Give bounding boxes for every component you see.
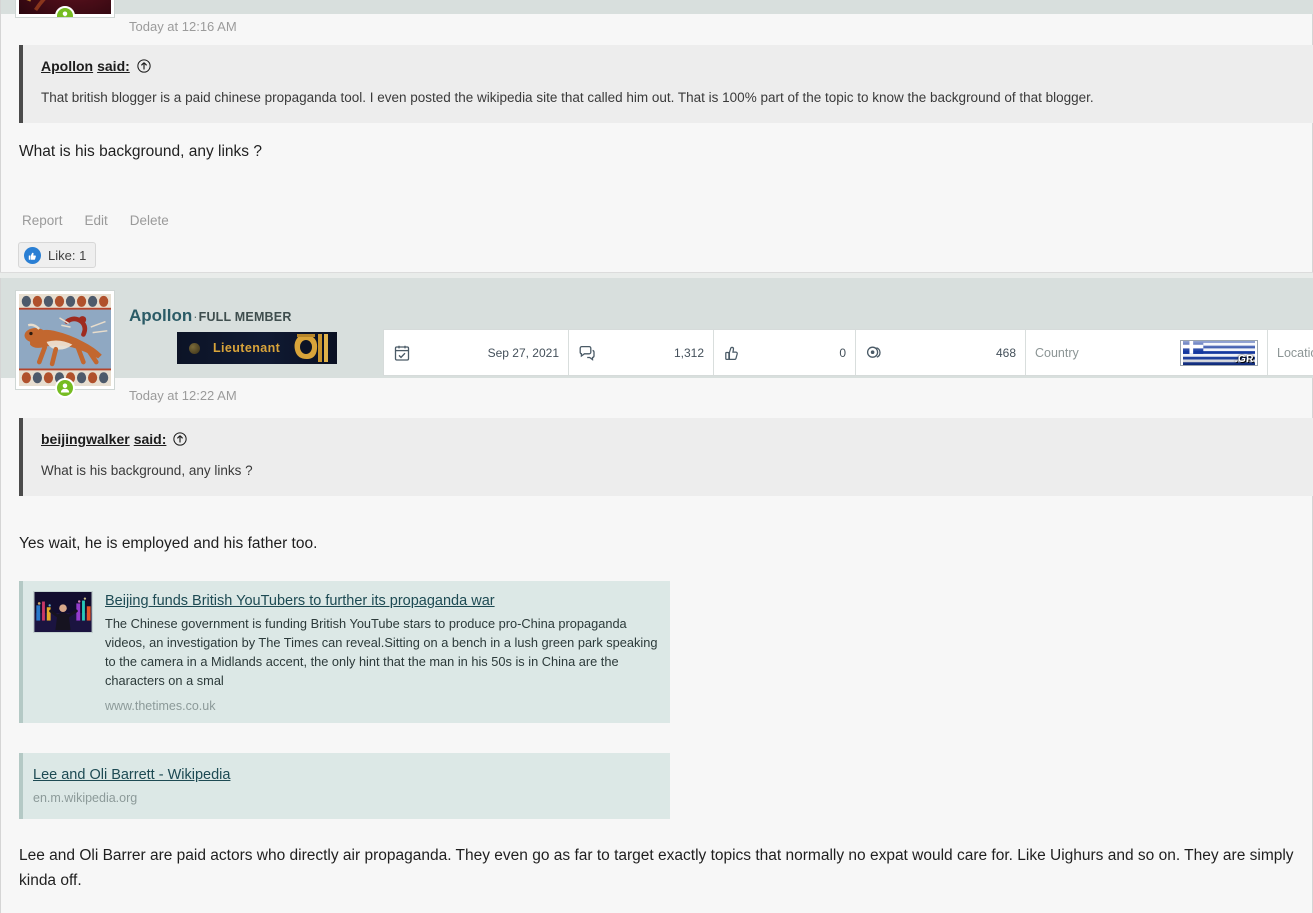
post-body-outro: Lee and Oli Barrer are paid actors who d… — [19, 847, 1294, 889]
article-thumbnail — [33, 591, 93, 633]
link-preview-host: www.thetimes.co.uk — [105, 699, 216, 713]
rank-banner: Lieutenant — [177, 332, 337, 364]
quote-author-link[interactable]: beijingwalker said: — [41, 431, 166, 447]
avatar-image — [19, 294, 111, 386]
rank-insignia-icon — [294, 334, 328, 362]
post-body: What is his background, any links ? — [19, 143, 262, 160]
quote-said-text: said: — [133, 431, 167, 447]
quote-author-name: Apollon — [41, 58, 94, 74]
quote-text: That british blogger is a paid chinese p… — [41, 90, 1094, 105]
post-apollon: Apollon·FULL MEMBER Lieutenant Sep 27, 2… — [0, 278, 1313, 913]
calendar-joined-icon — [393, 344, 411, 362]
quote-header: Apollon said: — [41, 58, 1297, 74]
quote-author-link[interactable]: Apollon said: — [41, 58, 130, 74]
quote-header: beijingwalker said: — [41, 431, 1297, 447]
link-preview-content: Lee and Oli Barrett - Wikipedia en.m.wik… — [33, 765, 658, 805]
link-preview-title[interactable]: Lee and Oli Barrett - Wikipedia — [33, 765, 658, 785]
stat-location: Location — [1268, 330, 1313, 375]
rank-dot-icon — [189, 342, 200, 354]
stat-joined-date: Sep 27, 2021 — [384, 330, 569, 375]
link-preview-host: en.m.wikipedia.org — [33, 791, 138, 805]
link-preview-thetimes[interactable]: Beijing funds British YouTubers to furth… — [19, 581, 670, 723]
thumbs-up-outline-icon — [723, 344, 741, 362]
location-label: Location — [1277, 345, 1313, 360]
likes-count-value: 0 — [839, 345, 846, 360]
post-timestamp: Today at 12:16 AM — [129, 19, 237, 34]
online-status-icon — [55, 378, 75, 398]
rank-label: Lieutenant — [213, 341, 281, 355]
jump-to-post-icon[interactable] — [173, 432, 188, 446]
forum-thread-page: Today at 12:16 AM Apollon said: That brit… — [0, 0, 1313, 913]
author-username[interactable]: Apollon — [129, 306, 192, 325]
thumbs-up-icon — [24, 246, 41, 264]
country-label: Country — [1035, 345, 1079, 360]
author-stats-strip: Sep 27, 2021 1,312 0 468 Country .GR Loc… — [383, 329, 1313, 376]
post-author-row: Apollon·FULL MEMBER — [129, 304, 292, 327]
post-beijingwalker: Today at 12:16 AM Apollon said: That brit… — [0, 0, 1313, 272]
report-button[interactable]: Report — [22, 213, 63, 228]
like-bar: Like: 1 — [18, 242, 97, 268]
quote-author-name: beijingwalker — [41, 431, 130, 447]
person-glyph — [60, 383, 70, 393]
jump-to-post-icon[interactable] — [137, 59, 151, 73]
author-user-title: FULL MEMBER — [198, 310, 292, 324]
quote-block: Apollon said: That british blogger is a p… — [19, 45, 1313, 123]
reactions-count-value: 468 — [995, 345, 1016, 360]
quote-text: What is his background, any links ? — [41, 463, 253, 478]
quote-block: beijingwalker said: What is his backgroun… — [19, 418, 1313, 496]
greece-flag-badge: .GR — [1180, 339, 1258, 366]
link-preview-wikipedia[interactable]: Lee and Oli Barrett - Wikipedia en.m.wik… — [19, 753, 670, 819]
quote-said-text: said: — [97, 58, 130, 74]
avatar[interactable] — [15, 0, 115, 18]
like-count-label: Like: 1 — [48, 247, 87, 263]
like-button[interactable]: Like: 1 — [18, 242, 97, 268]
stat-likes: 0 — [714, 330, 856, 375]
avatar-artwork — [19, 294, 111, 386]
avatar[interactable] — [15, 290, 115, 398]
stat-country: Country .GR — [1026, 330, 1268, 375]
stat-reactions: 468 — [856, 330, 1026, 375]
messages-count-value: 1,312 — [673, 345, 704, 360]
post-actions: Report Edit Delete — [22, 213, 169, 228]
country-code-label: .GR — [1234, 353, 1254, 365]
post-body-intro: Yes wait, he is employed and his father … — [19, 535, 318, 552]
delete-button[interactable]: Delete — [130, 213, 169, 228]
link-preview-description: The Chinese government is funding Britis… — [105, 616, 658, 688]
messages-icon — [578, 344, 596, 362]
stat-messages: 1,312 — [569, 330, 714, 375]
link-preview-content: Beijing funds British YouTubers to furth… — [105, 591, 658, 713]
reactions-icon — [865, 344, 883, 362]
post-header-band-clipped — [1, 0, 1313, 14]
edit-button[interactable]: Edit — [85, 213, 108, 228]
joined-date-value: Sep 27, 2021 — [487, 345, 559, 360]
link-preview-title[interactable]: Beijing funds British YouTubers to furth… — [105, 591, 658, 611]
post-timestamp: Today at 12:22 AM — [129, 388, 237, 403]
person-glyph — [62, 11, 68, 17]
